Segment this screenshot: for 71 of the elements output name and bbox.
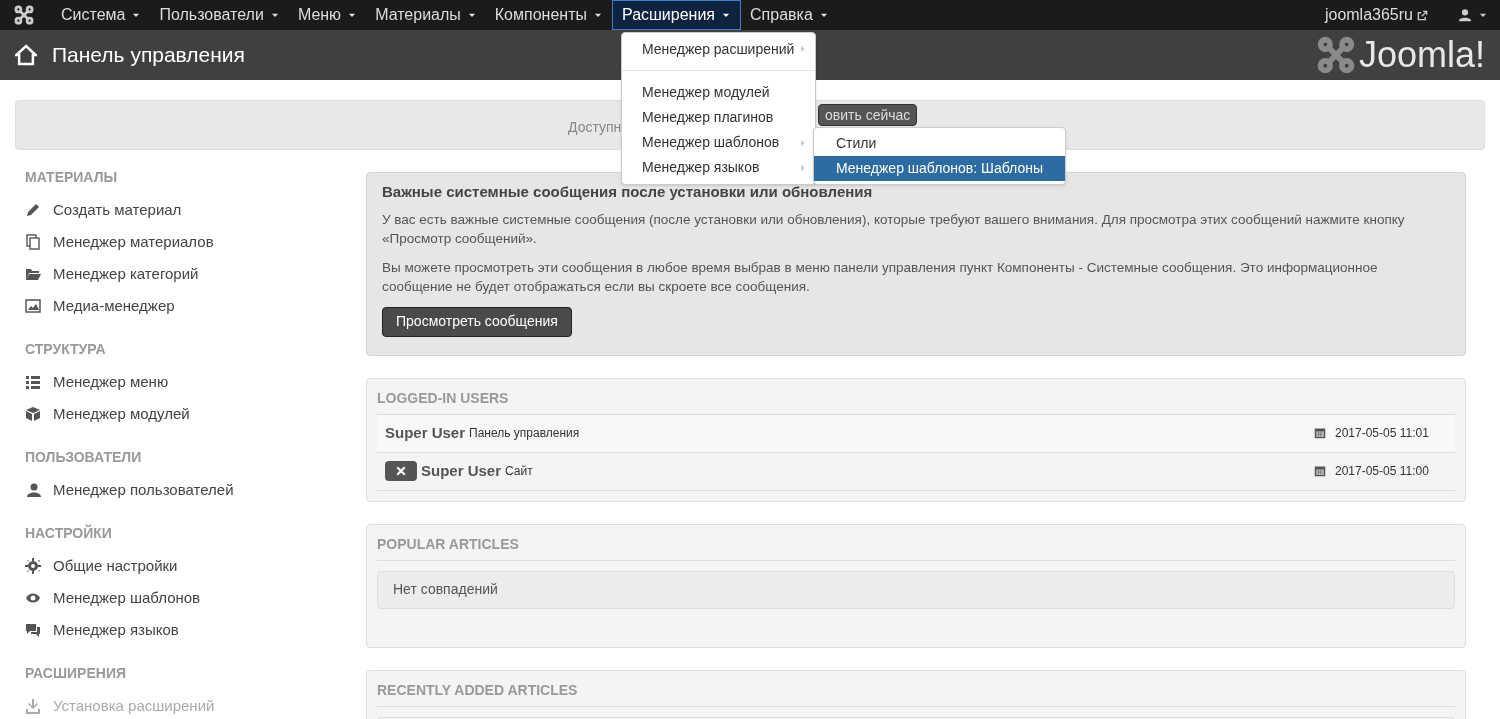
folder-icon [25, 266, 41, 282]
joomla-logo-icon [14, 5, 34, 25]
cube-icon [25, 406, 41, 422]
message-text: У вас есть важные системные сообщения (после установки или обновления), которые требуют вашего внимания. Для просмотра этих сообщений нажмите кнопку «Просмотр сообщений». [382, 210, 1406, 248]
section-heading: МАТЕРИАЛЫ [25, 168, 119, 186]
user-name: Super User [385, 422, 466, 443]
user-icon [25, 482, 41, 498]
view-messages-button[interactable]: Просмотреть сообщения [382, 306, 572, 337]
panel-title: LOGGED-IN USERS [377, 378, 1455, 415]
submenu-item[interactable]: Менеджер шаблонов: Шаблоны [814, 156, 1065, 181]
external-link-icon [1417, 9, 1428, 21]
section-heading: ПОЛЬЗОВАТЕЛИ [25, 448, 143, 466]
update-button[interactable]: овить сейчас [818, 104, 918, 126]
user-name: Super User [421, 460, 502, 481]
nav-menu-item[interactable]: Пользователи [150, 0, 289, 30]
message-text: Вы можете просмотреть эти сообщения в любое время выбрав в меню панели управления пункт Компоненты - Системные сообщения. Это информационное сообщение не будет отображаться если вы скроете все сообщения. [382, 258, 1379, 296]
dropdown-item[interactable]: Менеджер модулей [622, 80, 815, 105]
nav-menu-item[interactable]: Система [52, 0, 151, 30]
page-title: Панель управления [52, 42, 245, 69]
sidebar-link[interactable]: Менеджер языков [25, 614, 179, 646]
chevron-right-icon [799, 137, 807, 148]
login-time: 2017-05-05 11:00 [1335, 463, 1430, 480]
sidebar-link[interactable]: Менеджер меню [25, 366, 169, 398]
sidebar-link[interactable]: Менеджер модулей [25, 398, 190, 430]
image-icon [25, 298, 41, 314]
pencil-icon [25, 202, 41, 218]
chat-icon [25, 622, 41, 638]
chevron-right-icon [799, 44, 807, 54]
calendar-icon [1314, 427, 1326, 439]
message-title: Важные системные сообщения после установки или обновления [382, 182, 874, 202]
nav-menu-item[interactable]: Расширения [612, 0, 742, 30]
logo-wordmark: Joomla! [1358, 37, 1485, 73]
sidebar-link[interactable]: Общие настройки [25, 550, 178, 582]
chevron-right-icon [799, 162, 807, 173]
section-heading: РАСШИРЕНИЯ [25, 664, 128, 682]
dropdown-item[interactable]: Менеджер плагинов [622, 105, 815, 130]
sidebar-link[interactable]: Менеджер категорий [25, 258, 199, 290]
submenu-item[interactable]: Стили [814, 131, 1065, 156]
home-icon [15, 44, 37, 66]
settings-icon [25, 558, 41, 574]
download-icon [25, 698, 41, 714]
panel-title: POPULAR ARTICLES [377, 524, 1455, 561]
nav-menu-item[interactable]: Компоненты [485, 0, 612, 30]
alert-text: Доступн [568, 118, 622, 137]
sidebar-link[interactable]: Создать материал [25, 194, 182, 226]
login-time: 2017-05-05 11:01 [1335, 425, 1430, 442]
user-menu-button[interactable] [1458, 8, 1488, 22]
nav-menu-item[interactable]: Справка [741, 0, 838, 30]
nav-menu-item[interactable]: Материалы [366, 0, 486, 30]
close-icon [396, 466, 406, 476]
section-heading: СТРУКТУРА [25, 340, 107, 358]
section-heading: НАСТРОЙКИ [25, 524, 113, 542]
sidebar-link[interactable]: Медиа-менеджер [25, 290, 175, 322]
nav-menu-item[interactable]: Меню [288, 0, 367, 30]
sidebar-link[interactable]: Менеджер пользователей [25, 474, 234, 506]
sidebar-link[interactable]: Менеджер шаблонов [25, 582, 201, 614]
joomla-logo-icon [1316, 36, 1355, 74]
empty-message: Нет совпадений [393, 580, 498, 599]
site-link[interactable]: joomla365ru [1324, 3, 1413, 27]
panel-title: RECENTLY ADDED ARTICLES [377, 670, 1455, 707]
sidebar-link[interactable]: Менеджер материалов [25, 226, 214, 258]
dropdown-item[interactable]: Менеджер шаблонов [622, 130, 815, 155]
dropdown-item[interactable]: Менеджер расширений [622, 37, 815, 61]
logout-button[interactable] [385, 461, 417, 481]
list-icon [25, 374, 41, 390]
user-location: Сайт [505, 463, 533, 480]
user-icon [1458, 8, 1472, 22]
copy-icon [25, 234, 41, 250]
dropdown-item[interactable]: Менеджер языков [622, 155, 815, 180]
calendar-icon [1314, 465, 1326, 477]
user-location: Панель управления [469, 425, 580, 442]
